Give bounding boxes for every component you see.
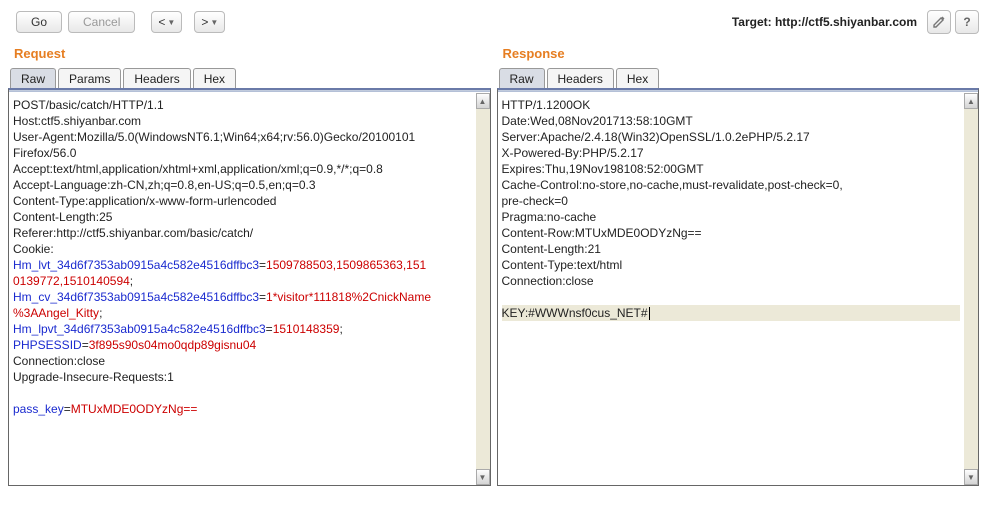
edit-icon[interactable] <box>927 10 951 34</box>
tab-params[interactable]: Params <box>58 68 121 89</box>
response-title: Response <box>497 42 980 67</box>
go-button[interactable]: Go <box>16 11 62 33</box>
request-title: Request <box>8 42 491 67</box>
scrollbar[interactable]: ▲ ▼ <box>476 93 490 485</box>
help-icon[interactable]: ? <box>955 10 979 34</box>
scrollbar[interactable]: ▲ ▼ <box>964 93 978 485</box>
scroll-up-icon[interactable]: ▲ <box>476 93 490 109</box>
request-content[interactable]: POST/basic/catch/HTTP/1.1Host:ctf5.shiya… <box>9 93 476 485</box>
tab-hex[interactable]: Hex <box>616 68 659 89</box>
scroll-down-icon[interactable]: ▼ <box>476 469 490 485</box>
next-button[interactable]: >▼ <box>194 11 225 33</box>
scroll-up-icon[interactable]: ▲ <box>964 93 978 109</box>
target-label: Target: http://ctf5.shiyanbar.com <box>732 15 917 29</box>
request-tabs: Raw Params Headers Hex <box>8 67 491 88</box>
response-tabs: Raw Headers Hex <box>497 67 980 88</box>
response-panel: Response Raw Headers Hex HTTP/1.1200OKDa… <box>497 42 980 486</box>
tab-raw[interactable]: Raw <box>10 68 56 89</box>
cancel-button[interactable]: Cancel <box>68 11 135 33</box>
scroll-down-icon[interactable]: ▼ <box>964 469 978 485</box>
request-panel: Request Raw Params Headers Hex POST/basi… <box>8 42 491 486</box>
response-content[interactable]: HTTP/1.1200OKDate:Wed,08Nov201713:58:10G… <box>498 93 965 485</box>
tab-raw[interactable]: Raw <box>499 68 545 89</box>
tab-headers[interactable]: Headers <box>123 68 190 89</box>
tab-hex[interactable]: Hex <box>193 68 236 89</box>
prev-button[interactable]: <▼ <box>151 11 182 33</box>
toolbar: Go Cancel <▼ >▼ Target: http://ctf5.shiy… <box>8 6 979 42</box>
tab-headers[interactable]: Headers <box>547 68 614 89</box>
